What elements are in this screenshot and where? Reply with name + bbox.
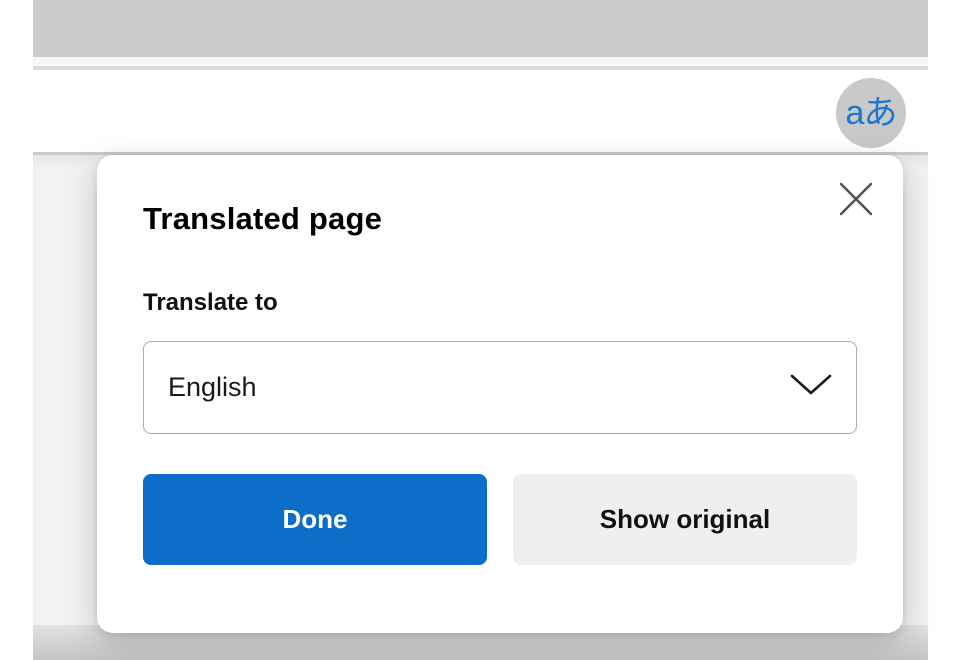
language-select[interactable]: English xyxy=(143,341,857,434)
browser-chrome-bar xyxy=(33,0,928,57)
done-button[interactable]: Done xyxy=(143,474,487,565)
language-select-value: English xyxy=(168,372,790,403)
close-icon xyxy=(838,181,874,217)
chevron-down-icon xyxy=(790,374,832,401)
dialog-button-row: Done Show original xyxy=(143,474,857,565)
show-original-button[interactable]: Show original xyxy=(513,474,857,565)
translate-icon[interactable]: aあ xyxy=(836,78,906,148)
translated-page-dialog: Translated page Translate to English Don… xyxy=(97,155,903,633)
translate-to-label: Translate to xyxy=(143,289,857,317)
browser-toolbar-strip xyxy=(33,57,928,70)
page-header-area: aあ xyxy=(33,70,928,152)
dialog-title: Translated page xyxy=(143,201,857,237)
close-button[interactable] xyxy=(836,179,876,219)
